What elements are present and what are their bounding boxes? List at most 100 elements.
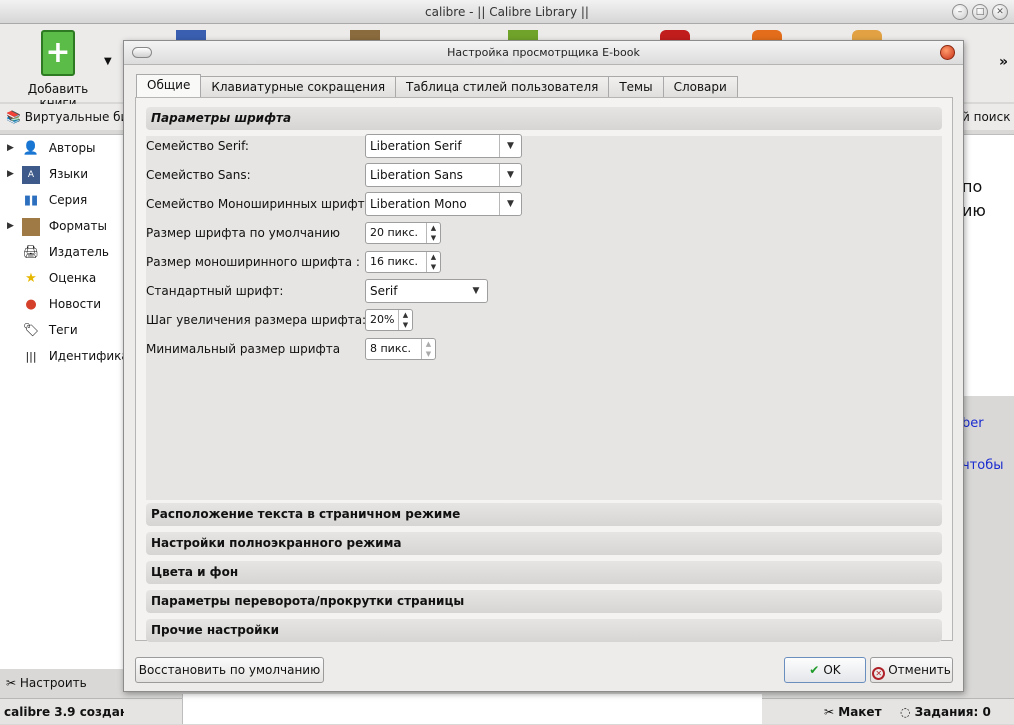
tag-icon: 🏷 (22, 322, 40, 338)
expand-arrow-icon[interactable]: ▶ (7, 161, 14, 187)
details-link[interactable]: ber (962, 416, 984, 431)
layout-label: Макет (838, 705, 882, 719)
section-title: Прочие настройки (151, 623, 280, 637)
tools-icon: ✂ (824, 705, 835, 719)
spin-arrows-icon[interactable]: ▲ ▼ (421, 339, 435, 359)
barcode-icon: ||| (25, 349, 37, 363)
tag-browser-item-tags[interactable]: 🏷 Теги (0, 317, 123, 343)
serif-family-select[interactable]: Liberation Serif ▼ (365, 134, 522, 158)
page-flip-section-header[interactable]: Параметры переворота/прокрутки страницы (146, 590, 942, 613)
virtual-library-button[interactable]: 📚 Виртуальные биб (0, 104, 124, 130)
dialog-close-button[interactable] (940, 45, 955, 60)
font-step-spinbox[interactable]: 20% ▲ ▼ (365, 309, 413, 331)
preferences-gear-icon[interactable] (752, 30, 782, 40)
spinbox-value: 20 пикс. (370, 226, 419, 239)
standard-font-select[interactable]: Serif ▼ (365, 279, 488, 303)
tag-browser-item-languages[interactable]: ▶ A Языки (0, 161, 123, 187)
tab-dictionaries[interactable]: Словари (662, 76, 738, 98)
ok-button[interactable]: ✔ OK (784, 657, 866, 683)
configure-button[interactable]: ✂ Настроить (6, 672, 87, 694)
tab-label: Таблица стилей пользователя (406, 80, 599, 94)
tag-browser-item-label: Языки (48, 167, 89, 181)
donate-heart-icon[interactable] (660, 30, 690, 40)
add-books-button[interactable]: + Добавить книги (8, 28, 108, 110)
add-books-dropdown-icon[interactable]: ▼ (104, 56, 112, 67)
main-window-title: calibre - || Calibre Library || (425, 5, 589, 19)
toolbar-overflow-icon[interactable]: » (999, 54, 1008, 70)
book-icon (22, 217, 40, 236)
tab-themes[interactable]: Темы (608, 76, 664, 98)
section-title: Расположение текста в страничном режиме (151, 507, 461, 521)
tag-browser-item-formats[interactable]: ▶ Форматы (0, 213, 123, 239)
sans-family-select[interactable]: Liberation Sans ▼ (365, 163, 522, 187)
convert-books-icon[interactable] (350, 30, 380, 40)
tag-browser-item-label: Идентификат (48, 349, 123, 363)
maximize-button[interactable]: □ (972, 4, 988, 20)
tag-browser: ▶ 👤 Авторы ▶ A Языки ▮▮ Серия ▶ Форматы … (0, 134, 124, 669)
sans-family-label: Семейство Sans: (146, 168, 251, 182)
tab-user-stylesheet[interactable]: Таблица стилей пользователя (395, 76, 610, 98)
chevron-down-icon[interactable]: ▼ (499, 135, 521, 157)
tools-icon: ✂ (6, 676, 17, 690)
layout-button[interactable]: ✂ Макет (824, 699, 882, 725)
min-font-size-spinbox[interactable]: 8 пикс. ▲ ▼ (365, 338, 436, 360)
details-link[interactable]: чтобы (962, 458, 1004, 473)
section-title: Параметры шрифта (151, 111, 292, 125)
viewer-preferences-dialog: Настройка просмотрщика E-book Общие Клав… (123, 40, 964, 692)
font-options-section-header[interactable]: Параметры шрифта (146, 107, 942, 130)
tag-browser-item-series[interactable]: ▮▮ Серия (0, 187, 123, 213)
dialog-title: Настройка просмотрщика E-book (447, 46, 640, 59)
default-font-size-spinbox[interactable]: 20 пикс. ▲ ▼ (365, 222, 441, 244)
minimize-button[interactable]: – (952, 4, 968, 20)
cancel-button[interactable]: ✕ Отменить (870, 657, 953, 683)
chevron-down-icon[interactable]: ▼ (499, 164, 521, 186)
spin-arrows-icon[interactable]: ▲ ▼ (426, 223, 440, 243)
colors-section-header[interactable]: Цвета и фон (146, 561, 942, 584)
chevron-down-icon[interactable]: ▼ (465, 280, 487, 302)
tag-browser-item-label: Форматы (48, 219, 107, 233)
user-icon: 👤 (22, 140, 40, 156)
spin-arrows-icon[interactable]: ▲ ▼ (426, 252, 440, 272)
tag-browser-item-label: Оценка (48, 271, 97, 285)
tag-browser-item-label: Теги (48, 323, 78, 337)
tag-browser-item-rating[interactable]: ★ Оценка (0, 265, 123, 291)
tag-browser-item-publisher[interactable]: 🖨 Издатель (0, 239, 123, 265)
checkmark-icon: ✔ (809, 663, 820, 677)
tag-browser-item-authors[interactable]: ▶ 👤 Авторы (0, 135, 123, 161)
quick-search-label: й поиск (962, 110, 1011, 124)
edit-metadata-icon[interactable] (176, 30, 206, 40)
mono-family-label: Семейство Моноширинных шрифтов: (146, 197, 384, 211)
tag-browser-item-identifiers[interactable]: ||| Идентификат (0, 343, 123, 369)
book-details-text: ию (962, 201, 986, 220)
spinner-icon: ◌ (900, 705, 911, 719)
tab-keyboard-shortcuts[interactable]: Клавиатурные сокращения (200, 76, 397, 98)
min-font-size-label: Минимальный размер шрифта (146, 342, 341, 356)
tag-browser-item-news[interactable]: ● Новости (0, 291, 123, 317)
chevron-down-icon[interactable]: ▼ (499, 193, 521, 215)
view-book-icon[interactable] (508, 30, 538, 40)
help-lifebuoy-icon[interactable] (852, 30, 882, 40)
tab-general[interactable]: Общие (136, 74, 202, 98)
spinbox-value: 20% (370, 313, 395, 326)
virtual-library-label: Виртуальные биб (24, 110, 124, 124)
expand-arrow-icon[interactable]: ▶ (7, 135, 14, 161)
dialog-shade-button[interactable] (132, 47, 152, 58)
misc-section-header[interactable]: Прочие настройки (146, 619, 942, 642)
expand-arrow-icon[interactable]: ▶ (7, 213, 14, 239)
tag-browser-item-label: Новости (48, 297, 101, 311)
button-label: Отменить (888, 663, 951, 677)
publisher-icon: 🖨 (22, 244, 40, 260)
tab-label: Общие (147, 78, 191, 92)
spin-arrows-icon[interactable]: ▲ ▼ (398, 310, 412, 330)
quick-search-button[interactable]: й поиск (962, 104, 1014, 130)
fullscreen-section-header[interactable]: Настройки полноэкранного режима (146, 532, 942, 555)
close-button[interactable]: ✕ (992, 4, 1008, 20)
page-layout-section-header[interactable]: Расположение текста в страничном режиме (146, 503, 942, 526)
mono-family-select[interactable]: Liberation Mono ▼ (365, 192, 522, 216)
restore-defaults-button[interactable]: Восстановить по умолчанию (135, 657, 324, 683)
mono-font-size-spinbox[interactable]: 16 пикс. ▲ ▼ (365, 251, 441, 273)
section-title: Параметры переворота/прокрутки страницы (151, 594, 465, 608)
button-label: OK (823, 663, 841, 677)
jobs-button[interactable]: ◌ Задания: 0 (900, 699, 991, 725)
spinbox-value: 8 пикс. (370, 342, 412, 355)
